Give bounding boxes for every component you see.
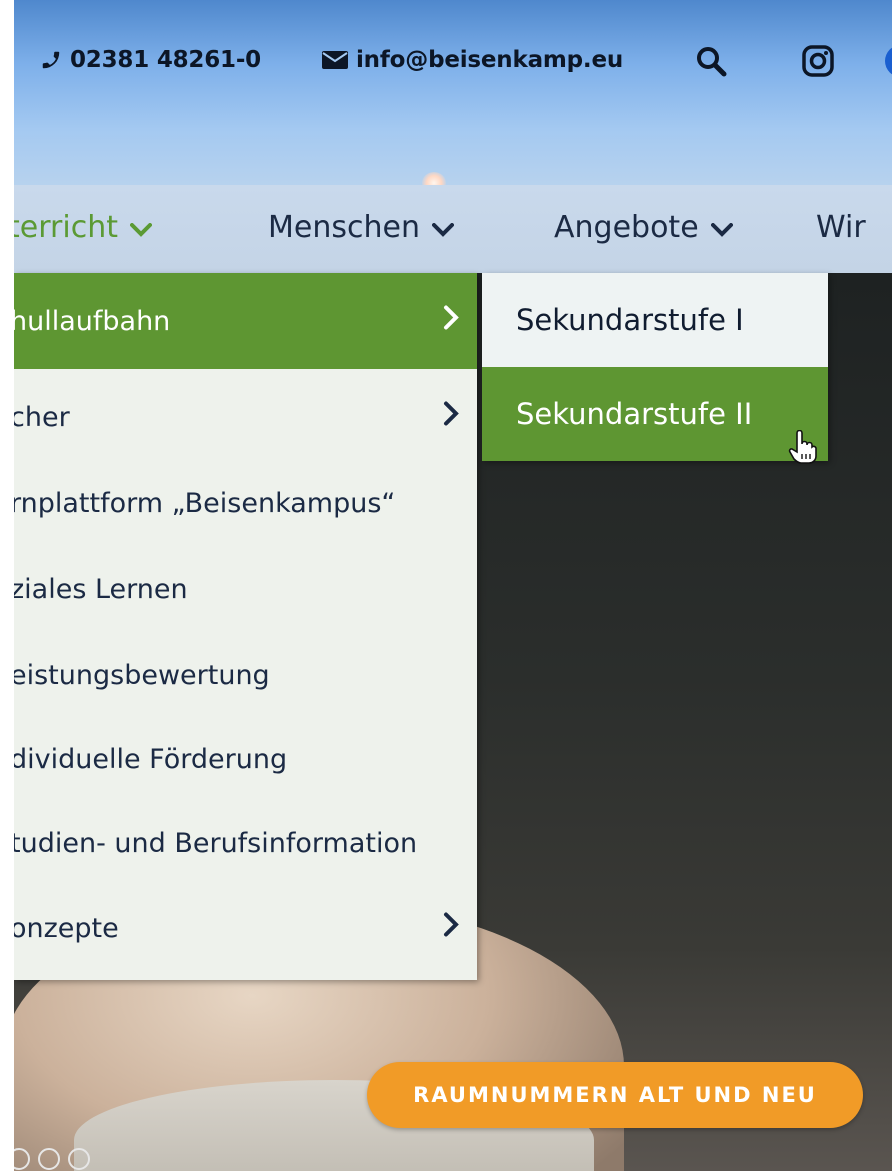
- schullaufbahn-submenu: Sekundarstufe I Sekundarstufe II: [482, 273, 828, 461]
- submenu-item-sekundarstufe-2[interactable]: Sekundarstufe II: [482, 367, 828, 461]
- email-link[interactable]: info@beisenkamp.eu: [322, 47, 623, 73]
- nav-item-angebote[interactable]: Angebote: [554, 210, 733, 245]
- top-bar: 02381 48261-0 info@beisenkamp.eu: [14, 0, 892, 185]
- dropdown-item-label: cher: [14, 401, 70, 433]
- chevron-down-icon: [129, 210, 152, 245]
- phone-link[interactable]: 02381 48261-0: [40, 47, 261, 73]
- chevron-down-icon: [710, 210, 733, 245]
- dropdown-item-label: ziales Lernen: [14, 573, 188, 605]
- chevron-right-icon: [443, 912, 459, 945]
- dropdown-item-faecher[interactable]: cher: [14, 374, 477, 460]
- page-frame: 02381 48261-0 info@beisenkamp.eu terrich…: [14, 0, 892, 1171]
- dropdown-item-label: tudien- und Berufsinformation: [14, 827, 418, 859]
- dropdown-item-individuelle-foerderung[interactable]: dividuelle Förderung: [14, 716, 477, 802]
- phone-number: 02381 48261-0: [70, 47, 261, 73]
- hand-pointer-icon: [788, 429, 818, 464]
- nav-item-wir[interactable]: Wir: [816, 210, 866, 245]
- submenu-item-label: Sekundarstufe II: [516, 397, 753, 431]
- dropdown-item-schullaufbahn[interactable]: hullaufbahn: [14, 273, 477, 369]
- slider-dot[interactable]: [14, 1148, 30, 1170]
- slider-dots: [14, 1148, 90, 1170]
- chevron-right-icon: [443, 305, 459, 338]
- raumnummern-button[interactable]: RAUMNUMMERN ALT UND NEU: [367, 1062, 863, 1128]
- dropdown-item-lernplattform[interactable]: rnplattform „Beisenkampus“: [14, 460, 477, 546]
- dropdown-item-label: onzepte: [14, 912, 119, 944]
- nav-label: terricht: [14, 210, 118, 245]
- dropdown-item-label: hullaufbahn: [14, 305, 171, 337]
- dropdown-item-label: eistungsbewertung: [14, 659, 270, 691]
- dropdown-item-studien-berufsinformation[interactable]: tudien- und Berufsinformation: [14, 800, 477, 886]
- email-address: info@beisenkamp.eu: [356, 47, 624, 73]
- search-icon[interactable]: [694, 44, 728, 78]
- chevron-down-icon: [431, 210, 454, 245]
- envelope-icon: [322, 50, 348, 70]
- slider-dot[interactable]: [38, 1148, 60, 1170]
- main-nav: terricht Menschen Angebote Wir: [14, 185, 892, 273]
- dropdown-item-label: rnplattform „Beisenkampus“: [14, 487, 396, 519]
- submenu-item-sekundarstufe-1[interactable]: Sekundarstufe I: [482, 273, 828, 367]
- nav-item-unterricht[interactable]: terricht: [14, 210, 152, 245]
- submenu-item-label: Sekundarstufe I: [516, 303, 744, 337]
- instagram-icon[interactable]: [801, 44, 835, 78]
- facebook-icon[interactable]: [871, 44, 892, 78]
- dropdown-item-leistungsbewertung[interactable]: eistungsbewertung: [14, 632, 477, 718]
- nav-label: Menschen: [268, 210, 420, 245]
- dropdown-item-soziales-lernen[interactable]: ziales Lernen: [14, 546, 477, 632]
- nav-label: Wir: [816, 210, 866, 245]
- dropdown-item-konzepte[interactable]: onzepte: [14, 885, 477, 971]
- dropdown-item-label: dividuelle Förderung: [14, 743, 288, 775]
- slider-dot[interactable]: [68, 1148, 90, 1170]
- nav-item-menschen[interactable]: Menschen: [268, 210, 454, 245]
- unterricht-dropdown: hullaufbahn cher rnplattform „Beisenkamp…: [14, 273, 477, 980]
- cta-label: RAUMNUMMERN ALT UND NEU: [413, 1083, 817, 1107]
- nav-label: Angebote: [554, 210, 699, 245]
- chevron-right-icon: [443, 401, 459, 434]
- phone-icon: [40, 49, 62, 71]
